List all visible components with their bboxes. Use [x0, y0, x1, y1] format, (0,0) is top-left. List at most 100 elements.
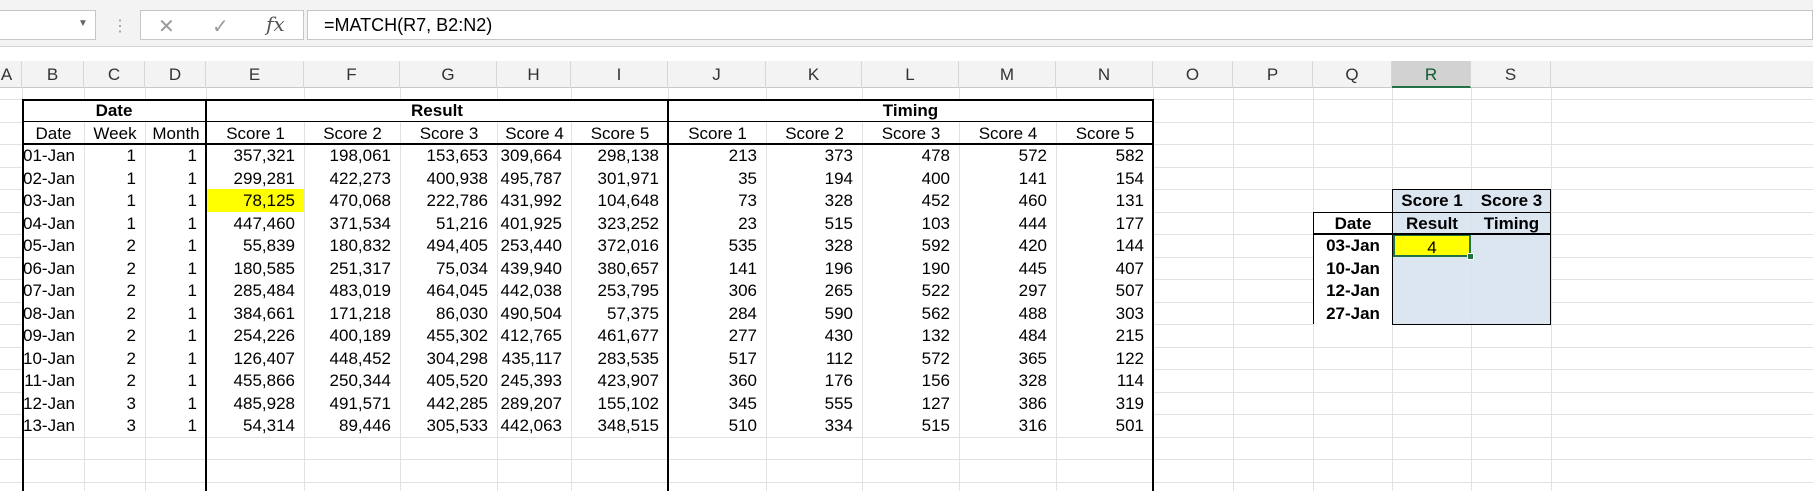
column-header-e[interactable]: E	[206, 61, 304, 88]
column-header-l[interactable]: L	[862, 61, 959, 88]
table-cell[interactable]: 445	[960, 257, 1056, 280]
table-cell[interactable]: 365	[960, 347, 1056, 370]
table-cell[interactable]: 522	[863, 279, 959, 302]
table-cell[interactable]: 371,534	[305, 212, 400, 235]
table-cell[interactable]: 03-Jan	[23, 189, 84, 212]
table-cell[interactable]: 305,533	[401, 414, 497, 437]
table-cell[interactable]: 284	[669, 302, 766, 325]
table-cell[interactable]: 386	[960, 392, 1056, 415]
lookup-timing[interactable]	[1472, 302, 1551, 325]
table-column-header[interactable]: Date	[23, 122, 84, 145]
table-cell[interactable]: 478	[863, 144, 959, 167]
table-cell[interactable]: 35	[669, 167, 766, 190]
column-header-d[interactable]: D	[145, 61, 206, 88]
table-cell[interactable]: 89,446	[305, 414, 400, 437]
lookup-header[interactable]: Score 3	[1472, 189, 1551, 212]
lookup-date[interactable]: 03-Jan	[1314, 234, 1392, 257]
table-cell[interactable]: 277	[669, 324, 766, 347]
lookup-result[interactable]	[1393, 279, 1471, 302]
table-cell[interactable]: 430	[767, 324, 862, 347]
lookup-date[interactable]: 10-Jan	[1314, 257, 1392, 280]
table-cell[interactable]: 447,460	[207, 212, 304, 235]
table-cell[interactable]: 176	[767, 369, 862, 392]
table-cell[interactable]: 452	[863, 189, 959, 212]
table-cell[interactable]: 455,866	[207, 369, 304, 392]
table-cell[interactable]: 114	[1057, 369, 1153, 392]
table-cell[interactable]: 3	[85, 392, 145, 415]
enter-icon[interactable]: ✓	[212, 14, 229, 39]
table-cell[interactable]: 285,484	[207, 279, 304, 302]
column-header-c[interactable]: C	[84, 61, 145, 88]
table-cell[interactable]: 1	[146, 234, 206, 257]
table-cell[interactable]: 02-Jan	[23, 167, 84, 190]
table-cell[interactable]: 400	[863, 167, 959, 190]
table-cell[interactable]: 190	[863, 257, 959, 280]
table-cell[interactable]: 1	[146, 324, 206, 347]
more-options-icon[interactable]: ⋮	[112, 16, 128, 36]
table-cell[interactable]: 55,839	[207, 234, 304, 257]
table-column-header[interactable]: Score 4	[498, 122, 571, 145]
table-cell[interactable]: 510	[669, 414, 766, 437]
lookup-header[interactable]: Timing	[1472, 212, 1551, 235]
table-cell[interactable]: 303	[1057, 302, 1153, 325]
table-cell[interactable]: 2	[85, 302, 145, 325]
table-cell[interactable]: 154	[1057, 167, 1153, 190]
table-cell[interactable]: 515	[863, 414, 959, 437]
table-cell[interactable]: 1	[85, 212, 145, 235]
table-cell[interactable]: 535	[669, 234, 766, 257]
table-cell[interactable]: 407	[1057, 257, 1153, 280]
column-header-o[interactable]: O	[1153, 61, 1233, 88]
group-header-date[interactable]: Date	[22, 99, 206, 122]
table-cell[interactable]: 254,226	[207, 324, 304, 347]
table-cell[interactable]: 420	[960, 234, 1056, 257]
column-header-f[interactable]: F	[304, 61, 400, 88]
table-cell[interactable]: 299,281	[207, 167, 304, 190]
table-cell[interactable]: 08-Jan	[23, 302, 84, 325]
formula-input[interactable]: =MATCH(R7, B2:N2)	[307, 10, 1813, 40]
table-cell[interactable]: 112	[767, 347, 862, 370]
lookup-timing[interactable]	[1472, 234, 1551, 257]
table-cell[interactable]: 357,321	[207, 144, 304, 167]
table-cell[interactable]: 132	[863, 324, 959, 347]
table-cell[interactable]: 490,504	[498, 302, 571, 325]
table-cell[interactable]: 328	[767, 189, 862, 212]
table-column-header[interactable]: Score 3	[401, 122, 497, 145]
table-cell[interactable]: 11-Jan	[23, 369, 84, 392]
column-header-j[interactable]: J	[668, 61, 766, 88]
table-cell[interactable]: 444	[960, 212, 1056, 235]
table-cell[interactable]: 423,907	[572, 369, 668, 392]
table-cell[interactable]: 196	[767, 257, 862, 280]
table-cell[interactable]: 1	[146, 189, 206, 212]
table-cell[interactable]: 304,298	[401, 347, 497, 370]
table-cell[interactable]: 483,019	[305, 279, 400, 302]
table-cell[interactable]: 194	[767, 167, 862, 190]
table-cell[interactable]: 131	[1057, 189, 1153, 212]
table-cell[interactable]: 180,832	[305, 234, 400, 257]
table-cell[interactable]: 590	[767, 302, 862, 325]
column-header-b[interactable]: B	[22, 61, 84, 88]
lookup-header[interactable]: Score 1	[1393, 189, 1471, 212]
lookup-timing[interactable]	[1472, 257, 1551, 280]
table-cell[interactable]: 372,016	[572, 234, 668, 257]
table-cell[interactable]: 2	[85, 279, 145, 302]
table-column-header[interactable]: Score 3	[863, 122, 959, 145]
column-header-m[interactable]: M	[959, 61, 1056, 88]
table-cell[interactable]: 289,207	[498, 392, 571, 415]
table-cell[interactable]: 251,317	[305, 257, 400, 280]
table-cell[interactable]: 78,125	[207, 189, 304, 212]
table-cell[interactable]: 301,971	[572, 167, 668, 190]
table-cell[interactable]: 126,407	[207, 347, 304, 370]
table-cell[interactable]: 1	[146, 302, 206, 325]
table-column-header[interactable]: Score 2	[767, 122, 862, 145]
table-cell[interactable]: 07-Jan	[23, 279, 84, 302]
table-cell[interactable]: 198,061	[305, 144, 400, 167]
table-cell[interactable]: 283,535	[572, 347, 668, 370]
table-cell[interactable]: 1	[146, 167, 206, 190]
table-cell[interactable]: 1	[146, 279, 206, 302]
table-cell[interactable]: 380,657	[572, 257, 668, 280]
table-cell[interactable]: 348,515	[572, 414, 668, 437]
table-cell[interactable]: 435,117	[498, 347, 571, 370]
table-cell[interactable]: 215	[1057, 324, 1153, 347]
table-column-header[interactable]: Score 4	[960, 122, 1056, 145]
active-cell[interactable]: 4	[1393, 234, 1471, 257]
